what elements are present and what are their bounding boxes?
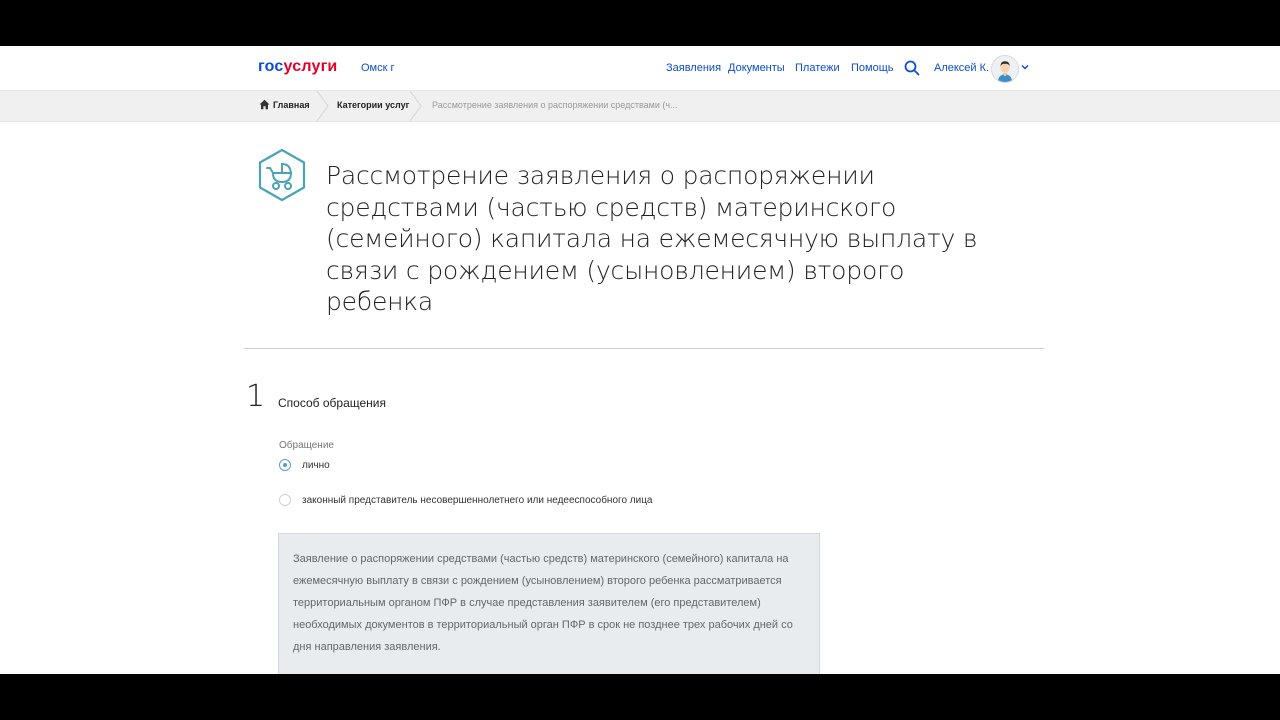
- info-box: Заявление о распоряжении средствами (час…: [278, 533, 820, 674]
- radio-in-person[interactable]: [279, 459, 291, 471]
- radio-legal-representative-label[interactable]: законный представитель несовершеннолетне…: [302, 495, 653, 506]
- avatar[interactable]: [991, 55, 1019, 83]
- breadcrumb-home[interactable]: Главная: [273, 100, 310, 110]
- breadcrumb-separator: [316, 91, 329, 121]
- city-selector[interactable]: Омск г: [361, 62, 395, 74]
- breadcrumb: Главная Категории услуг Рассмотрение зая…: [0, 90, 1280, 122]
- site-header: госуслуги Омск г Заявления Документы Пла…: [0, 46, 1280, 90]
- user-name[interactable]: Алексей К.: [934, 62, 989, 74]
- nav-documents[interactable]: Документы: [728, 62, 785, 74]
- search-icon[interactable]: [904, 60, 920, 76]
- field-label: Обращение: [279, 440, 334, 451]
- info-text: Заявление о распоряжении средствами (час…: [293, 553, 793, 653]
- breadcrumb-current: Рассмотрение заявления о распоряжении ср…: [432, 100, 678, 110]
- gosuslugi-logo[interactable]: госуслуги: [258, 58, 337, 76]
- step-title: Способ обращения: [278, 396, 386, 410]
- nav-payments[interactable]: Платежи: [795, 62, 840, 74]
- radio-in-person-label[interactable]: лично: [302, 460, 330, 471]
- breadcrumb-separator: [409, 91, 422, 121]
- nav-applications[interactable]: Заявления: [666, 62, 721, 74]
- divider: [244, 348, 1044, 349]
- radio-legal-representative[interactable]: [279, 494, 291, 506]
- breadcrumb-categories[interactable]: Категории услуг: [337, 100, 409, 110]
- step-number: 1: [246, 379, 266, 414]
- nav-help[interactable]: Помощь: [851, 62, 894, 74]
- page-title: Рассмотрение заявления о распоряжении ср…: [326, 161, 978, 316]
- stroller-icon: [258, 148, 306, 202]
- browser-viewport: госуслуги Омск г Заявления Документы Пла…: [0, 46, 1280, 674]
- chevron-down-icon[interactable]: [1020, 62, 1030, 72]
- home-icon: [259, 99, 270, 110]
